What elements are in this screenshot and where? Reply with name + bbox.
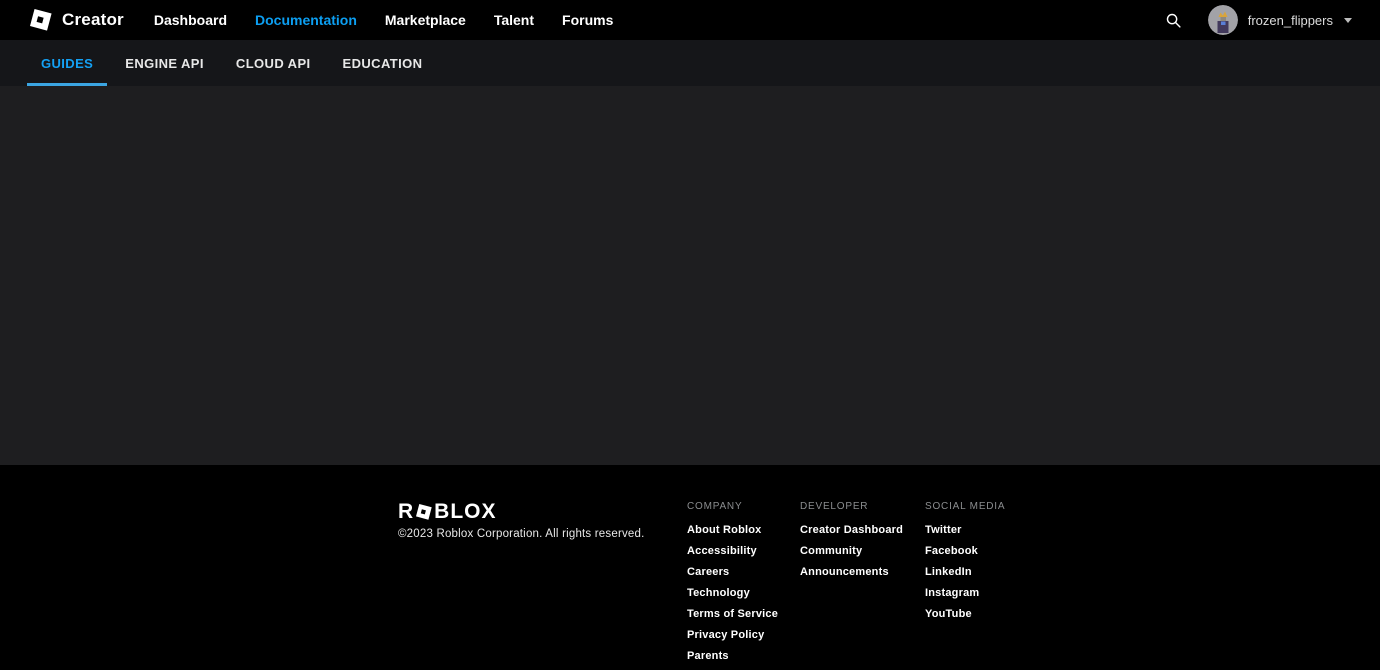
brand-title: Creator	[62, 10, 124, 29]
roblox-tilted-square-icon	[416, 503, 432, 520]
footer-link-twitter[interactable]: Twitter	[925, 524, 1005, 536]
top-header: Creator Dashboard Documentation Marketpl…	[0, 0, 1380, 40]
footer-column-company: COMPANY About Roblox Accessibility Caree…	[687, 501, 800, 670]
tab-guides[interactable]: GUIDES	[27, 40, 108, 86]
footer-link-privacy-policy[interactable]: Privacy Policy	[687, 629, 800, 641]
footer-link-creator-dashboard[interactable]: Creator Dashboard	[800, 524, 925, 536]
tab-education[interactable]: EDUCATION	[329, 40, 437, 86]
footer-link-accessibility[interactable]: Accessibility	[687, 545, 800, 557]
tab-cloud-api[interactable]: CLOUD API	[222, 40, 325, 86]
doc-tabbar: GUIDES ENGINE API CLOUD API EDUCATION	[0, 40, 1380, 86]
column-title: COMPANY	[687, 501, 743, 512]
footer-link-technology[interactable]: Technology	[687, 587, 800, 599]
footer-link-instagram[interactable]: Instagram	[925, 587, 1005, 599]
tab-engine-api[interactable]: ENGINE API	[111, 40, 218, 86]
footer-link-terms-of-service[interactable]: Terms of Service	[687, 608, 800, 620]
content-area	[0, 86, 1380, 465]
footer-column-social-media: SOCIAL MEDIA Twitter Facebook LinkedIn I…	[925, 501, 1005, 670]
nav-item-marketplace[interactable]: Marketplace	[385, 12, 466, 28]
nav-item-dashboard[interactable]: Dashboard	[154, 12, 227, 28]
header-right: frozen_flippers	[1165, 5, 1352, 35]
footer-link-announcements[interactable]: Announcements	[800, 566, 925, 578]
footer-link-community[interactable]: Community	[800, 545, 925, 557]
footer-link-linkedin[interactable]: LinkedIn	[925, 566, 1005, 578]
nav-item-talent[interactable]: Talent	[494, 12, 534, 28]
footer-link-facebook[interactable]: Facebook	[925, 545, 1005, 557]
footer-brand-block: R BLOX ©2023 Roblox Corporation. All rig…	[398, 501, 687, 670]
footer-link-parents[interactable]: Parents	[687, 650, 800, 662]
footer-link-youtube[interactable]: YouTube	[925, 608, 1005, 620]
wordmark-prefix: R	[398, 500, 415, 523]
copyright-text: ©2023 Roblox Corporation. All rights res…	[398, 528, 645, 540]
footer-link-careers[interactable]: Careers	[687, 566, 800, 578]
column-title: DEVELOPER	[800, 501, 869, 512]
roblox-logo-icon	[30, 9, 52, 31]
chevron-down-icon[interactable]	[1344, 17, 1352, 23]
page-footer: R BLOX ©2023 Roblox Corporation. All rig…	[0, 465, 1380, 670]
main-nav: Dashboard Documentation Marketplace Tale…	[154, 12, 614, 28]
user-avatar[interactable]	[1207, 5, 1238, 35]
search-icon[interactable]	[1165, 12, 1182, 29]
footer-column-developer: DEVELOPER Creator Dashboard Community An…	[800, 501, 925, 670]
wordmark-suffix: BLOX	[434, 500, 497, 523]
username-label[interactable]: frozen_flippers	[1248, 13, 1333, 28]
column-title: SOCIAL MEDIA	[925, 501, 1006, 512]
footer-link-about-roblox[interactable]: About Roblox	[687, 524, 800, 536]
nav-item-documentation[interactable]: Documentation	[255, 12, 357, 28]
roblox-wordmark[interactable]: R BLOX	[398, 501, 687, 522]
creator-brand[interactable]: Creator	[30, 9, 124, 31]
nav-item-forums[interactable]: Forums	[562, 12, 613, 28]
